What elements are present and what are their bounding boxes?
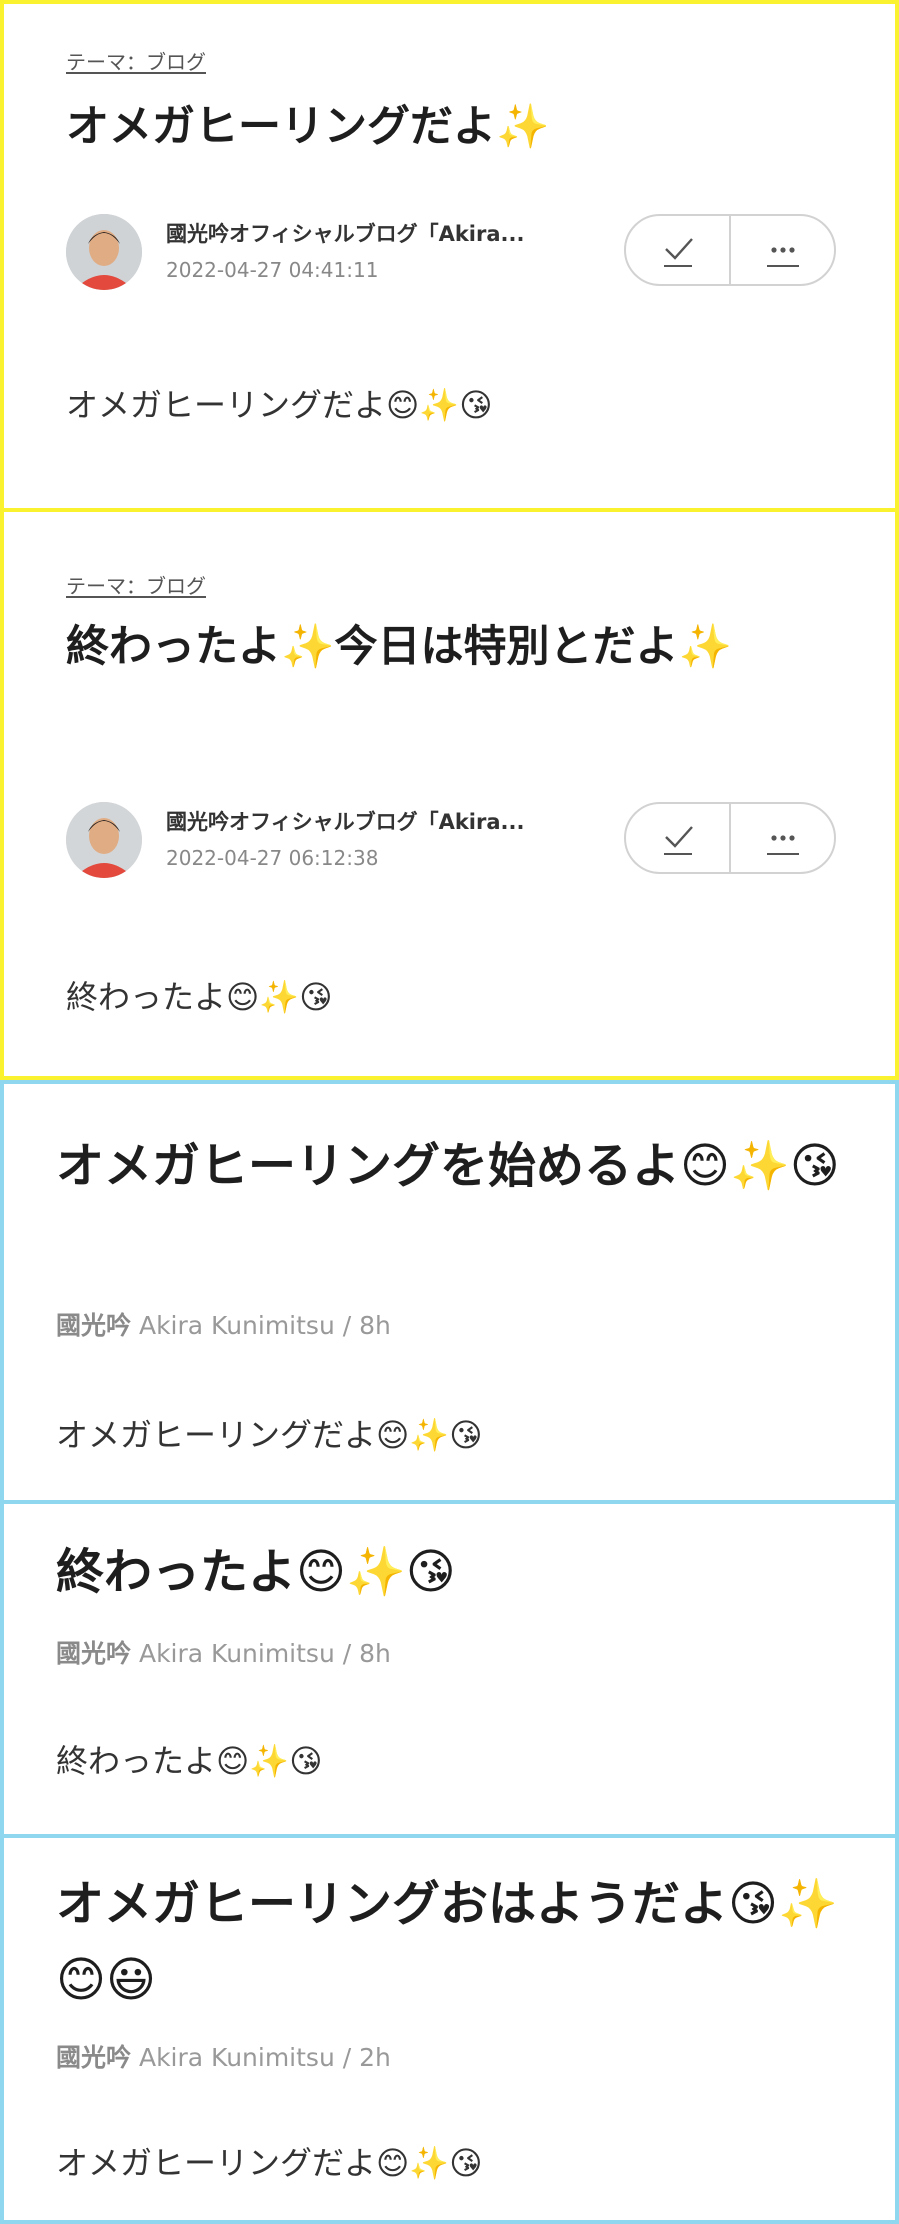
blog-post-card: テーマ：ブログ オメガヒーリングだよ✨ 國光吟オフィシャルブログ「Akira..… — [0, 0, 899, 512]
post-title[interactable]: 終わったよ😊✨😘 — [56, 1534, 866, 1610]
theme-link[interactable]: テーマ：ブログ — [66, 570, 206, 599]
post-body: オメガヒーリングだよ😊✨😘 — [56, 1416, 483, 1454]
post-title: 終わったよ✨今日は特別とだよ✨ — [66, 622, 733, 672]
post-meta: 國光吟 Akira Kunimitsu / 8h — [56, 1306, 391, 1342]
post-date: 2022-04-27 04:41:11 — [166, 258, 379, 282]
post-time: 8h — [359, 1311, 391, 1340]
author-name-en: Akira Kunimitsu — [138, 2043, 335, 2072]
blog-post-card: テーマ：ブログ 終わったよ✨今日は特別とだよ✨ 國光吟オフィシャルブログ「Aki… — [0, 508, 899, 1080]
avatar[interactable] — [66, 214, 142, 290]
post-date: 2022-04-27 06:12:38 — [166, 846, 379, 870]
post-actions — [624, 214, 836, 286]
more-button[interactable] — [729, 216, 834, 284]
author-name-en: Akira Kunimitsu — [138, 1311, 335, 1340]
post-title[interactable]: オメガヒーリングおはようだよ😘✨😊😃 — [56, 1866, 866, 2018]
post-title: オメガヒーリングだよ✨ — [66, 102, 550, 152]
avatar[interactable] — [66, 802, 142, 878]
post-title[interactable]: オメガヒーリングを始めるよ😊✨😘 — [56, 1128, 866, 1204]
post-body: 終わったよ😊✨😘 — [66, 978, 333, 1016]
theme-link[interactable]: テーマ：ブログ — [66, 46, 206, 75]
meta-separator: / — [334, 1311, 360, 1340]
author-name-jp: 國光吟 — [56, 1311, 132, 1340]
author-name[interactable]: 國光吟オフィシャルブログ「Akira... — [166, 218, 524, 248]
more-icon — [766, 835, 799, 855]
post-actions — [624, 802, 836, 874]
meta-separator: / — [334, 1639, 360, 1668]
feed-post-card[interactable]: オメガヒーリングおはようだよ😘✨😊😃 國光吟 Akira Kunimitsu /… — [0, 1834, 899, 2224]
avatar-photo-icon — [66, 802, 142, 878]
feed-post-card[interactable]: 終わったよ😊✨😘 國光吟 Akira Kunimitsu / 8h 終わったよ😊… — [0, 1500, 899, 1838]
author-name-en: Akira Kunimitsu — [138, 1639, 335, 1668]
check-button[interactable] — [626, 804, 729, 872]
avatar-photo-icon — [66, 214, 142, 290]
more-button[interactable] — [729, 804, 834, 872]
post-body: オメガヒーリングだよ😊✨😘 — [56, 2144, 483, 2182]
author-name[interactable]: 國光吟オフィシャルブログ「Akira... — [166, 806, 524, 836]
check-icon — [663, 238, 693, 267]
post-meta: 國光吟 Akira Kunimitsu / 8h — [56, 1634, 391, 1670]
author-name-jp: 國光吟 — [56, 2043, 132, 2072]
check-icon — [663, 826, 693, 855]
post-time: 8h — [359, 1639, 391, 1668]
author-name-jp: 國光吟 — [56, 1639, 132, 1668]
post-meta: 國光吟 Akira Kunimitsu / 2h — [56, 2038, 391, 2074]
more-icon — [766, 247, 799, 267]
post-time: 2h — [359, 2043, 391, 2072]
meta-separator: / — [334, 2043, 360, 2072]
post-body: オメガヒーリングだよ😊✨😘 — [66, 386, 493, 424]
feed-post-card[interactable]: オメガヒーリングを始めるよ😊✨😘 國光吟 Akira Kunimitsu / 8… — [0, 1080, 899, 1504]
post-body: 終わったよ😊✨😘 — [56, 1742, 323, 1780]
check-button[interactable] — [626, 216, 729, 284]
